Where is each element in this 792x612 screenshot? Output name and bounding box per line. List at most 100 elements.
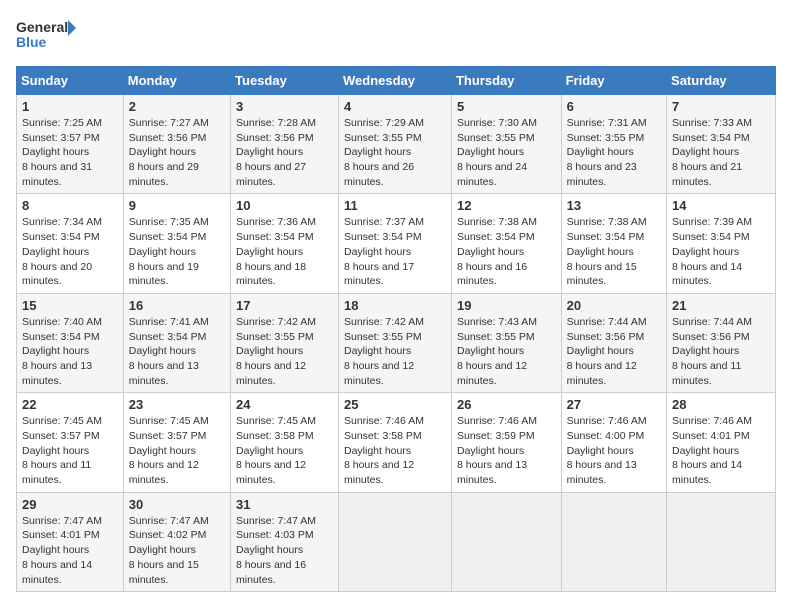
calendar-cell: 10 Sunrise: 7:36 AM Sunset: 3:54 PM Dayl… (231, 194, 339, 293)
sunset-label: Sunset: 3:54 PM (567, 231, 645, 243)
sunrise-label: Sunrise: 7:45 AM (129, 415, 209, 427)
day-number: 24 (236, 397, 333, 412)
day-number: 11 (344, 198, 446, 213)
daylight-label: Daylight hours (236, 345, 303, 357)
daylight-label: Daylight hours (22, 246, 89, 258)
daylight-value: 8 hours and 26 minutes. (344, 161, 414, 188)
sunrise-label: Sunrise: 7:34 AM (22, 216, 102, 228)
day-info: Sunrise: 7:38 AM Sunset: 3:54 PM Dayligh… (457, 215, 556, 288)
header: General Blue (16, 16, 776, 56)
sunset-label: Sunset: 4:01 PM (672, 430, 750, 442)
daylight-label: Daylight hours (22, 146, 89, 158)
calendar-cell: 16 Sunrise: 7:41 AM Sunset: 3:54 PM Dayl… (123, 293, 230, 392)
calendar-cell: 23 Sunrise: 7:45 AM Sunset: 3:57 PM Dayl… (123, 393, 230, 492)
calendar-cell: 19 Sunrise: 7:43 AM Sunset: 3:55 PM Dayl… (451, 293, 561, 392)
day-number: 6 (567, 99, 661, 114)
daylight-label: Daylight hours (567, 246, 634, 258)
day-number: 2 (129, 99, 225, 114)
daylight-label: Daylight hours (672, 246, 739, 258)
daylight-label: Daylight hours (236, 146, 303, 158)
daylight-value: 8 hours and 17 minutes. (344, 261, 414, 288)
calendar-cell: 17 Sunrise: 7:42 AM Sunset: 3:55 PM Dayl… (231, 293, 339, 392)
weekday-header-row: SundayMondayTuesdayWednesdayThursdayFrid… (17, 67, 776, 95)
sunset-label: Sunset: 3:56 PM (672, 331, 750, 343)
sunset-label: Sunset: 3:59 PM (457, 430, 535, 442)
daylight-label: Daylight hours (567, 445, 634, 457)
sunrise-label: Sunrise: 7:44 AM (567, 316, 647, 328)
sunrise-label: Sunrise: 7:30 AM (457, 117, 537, 129)
sunrise-label: Sunrise: 7:28 AM (236, 117, 316, 129)
calendar-cell: 8 Sunrise: 7:34 AM Sunset: 3:54 PM Dayli… (17, 194, 124, 293)
daylight-value: 8 hours and 14 minutes. (672, 459, 742, 486)
day-number: 3 (236, 99, 333, 114)
day-info: Sunrise: 7:45 AM Sunset: 3:58 PM Dayligh… (236, 414, 333, 487)
calendar-cell: 11 Sunrise: 7:37 AM Sunset: 3:54 PM Dayl… (338, 194, 451, 293)
daylight-value: 8 hours and 29 minutes. (129, 161, 199, 188)
day-number: 28 (672, 397, 770, 412)
calendar-cell: 27 Sunrise: 7:46 AM Sunset: 4:00 PM Dayl… (561, 393, 666, 492)
weekday-header-friday: Friday (561, 67, 666, 95)
daylight-value: 8 hours and 20 minutes. (22, 261, 92, 288)
daylight-label: Daylight hours (22, 544, 89, 556)
day-info: Sunrise: 7:47 AM Sunset: 4:01 PM Dayligh… (22, 514, 118, 587)
daylight-value: 8 hours and 12 minutes. (344, 360, 414, 387)
daylight-label: Daylight hours (236, 544, 303, 556)
sunset-label: Sunset: 3:56 PM (129, 132, 207, 144)
sunset-label: Sunset: 3:54 PM (672, 132, 750, 144)
sunrise-label: Sunrise: 7:46 AM (567, 415, 647, 427)
day-info: Sunrise: 7:27 AM Sunset: 3:56 PM Dayligh… (129, 116, 225, 189)
daylight-value: 8 hours and 12 minutes. (129, 459, 199, 486)
daylight-label: Daylight hours (672, 146, 739, 158)
calendar-cell: 22 Sunrise: 7:45 AM Sunset: 3:57 PM Dayl… (17, 393, 124, 492)
sunset-label: Sunset: 3:54 PM (344, 231, 422, 243)
day-number: 1 (22, 99, 118, 114)
sunset-label: Sunset: 3:58 PM (236, 430, 314, 442)
day-info: Sunrise: 7:45 AM Sunset: 3:57 PM Dayligh… (129, 414, 225, 487)
sunset-label: Sunset: 4:03 PM (236, 529, 314, 541)
sunrise-label: Sunrise: 7:46 AM (672, 415, 752, 427)
sunrise-label: Sunrise: 7:38 AM (567, 216, 647, 228)
day-info: Sunrise: 7:41 AM Sunset: 3:54 PM Dayligh… (129, 315, 225, 388)
sunset-label: Sunset: 3:54 PM (236, 231, 314, 243)
day-number: 19 (457, 298, 556, 313)
sunrise-label: Sunrise: 7:27 AM (129, 117, 209, 129)
sunset-label: Sunset: 3:54 PM (129, 231, 207, 243)
day-number: 16 (129, 298, 225, 313)
sunrise-label: Sunrise: 7:45 AM (236, 415, 316, 427)
day-info: Sunrise: 7:38 AM Sunset: 3:54 PM Dayligh… (567, 215, 661, 288)
day-number: 4 (344, 99, 446, 114)
day-number: 22 (22, 397, 118, 412)
daylight-label: Daylight hours (22, 345, 89, 357)
day-info: Sunrise: 7:42 AM Sunset: 3:55 PM Dayligh… (236, 315, 333, 388)
daylight-label: Daylight hours (457, 345, 524, 357)
calendar-cell: 5 Sunrise: 7:30 AM Sunset: 3:55 PM Dayli… (451, 95, 561, 194)
day-number: 15 (22, 298, 118, 313)
day-info: Sunrise: 7:34 AM Sunset: 3:54 PM Dayligh… (22, 215, 118, 288)
daylight-label: Daylight hours (567, 345, 634, 357)
daylight-value: 8 hours and 14 minutes. (672, 261, 742, 288)
day-info: Sunrise: 7:46 AM Sunset: 4:00 PM Dayligh… (567, 414, 661, 487)
sunset-label: Sunset: 3:57 PM (129, 430, 207, 442)
daylight-label: Daylight hours (22, 445, 89, 457)
calendar-cell: 14 Sunrise: 7:39 AM Sunset: 3:54 PM Dayl… (667, 194, 776, 293)
sunrise-label: Sunrise: 7:40 AM (22, 316, 102, 328)
sunset-label: Sunset: 3:58 PM (344, 430, 422, 442)
sunrise-label: Sunrise: 7:45 AM (22, 415, 102, 427)
weekday-header-monday: Monday (123, 67, 230, 95)
sunrise-label: Sunrise: 7:35 AM (129, 216, 209, 228)
day-number: 31 (236, 497, 333, 512)
day-info: Sunrise: 7:30 AM Sunset: 3:55 PM Dayligh… (457, 116, 556, 189)
calendar-cell: 3 Sunrise: 7:28 AM Sunset: 3:56 PM Dayli… (231, 95, 339, 194)
day-info: Sunrise: 7:37 AM Sunset: 3:54 PM Dayligh… (344, 215, 446, 288)
calendar-cell: 12 Sunrise: 7:38 AM Sunset: 3:54 PM Dayl… (451, 194, 561, 293)
sunset-label: Sunset: 3:57 PM (22, 430, 100, 442)
daylight-value: 8 hours and 13 minutes. (457, 459, 527, 486)
daylight-value: 8 hours and 11 minutes. (672, 360, 741, 387)
day-info: Sunrise: 7:39 AM Sunset: 3:54 PM Dayligh… (672, 215, 770, 288)
weekday-header-thursday: Thursday (451, 67, 561, 95)
daylight-value: 8 hours and 16 minutes. (236, 559, 306, 586)
calendar-cell: 2 Sunrise: 7:27 AM Sunset: 3:56 PM Dayli… (123, 95, 230, 194)
day-number: 12 (457, 198, 556, 213)
day-info: Sunrise: 7:44 AM Sunset: 3:56 PM Dayligh… (672, 315, 770, 388)
calendar-week-row: 22 Sunrise: 7:45 AM Sunset: 3:57 PM Dayl… (17, 393, 776, 492)
